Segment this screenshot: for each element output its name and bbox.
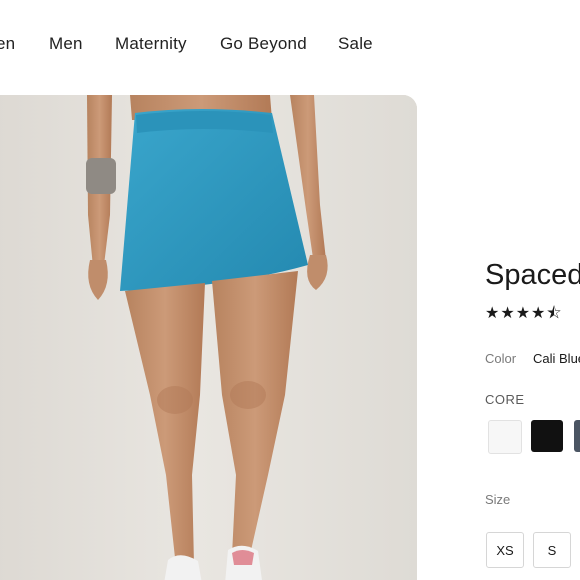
size-button-xs[interactable]: XS xyxy=(486,532,524,568)
swatch-white[interactable] xyxy=(488,420,522,454)
size-button-s[interactable]: S xyxy=(533,532,571,568)
swatch-black[interactable] xyxy=(531,420,563,452)
swatch-slate[interactable] xyxy=(574,420,580,452)
color-label: Color xyxy=(485,351,517,366)
nav-item-maternity[interactable]: Maternity xyxy=(115,34,187,54)
product-image[interactable] xyxy=(0,95,417,580)
nav-item-men[interactable]: Men xyxy=(49,34,83,54)
color-value: Cali Blue xyxy=(533,351,580,366)
collection-label: CORE xyxy=(485,392,525,407)
product-page: en Men Maternity Go Beyond Sale Spaced ★… xyxy=(0,0,580,580)
product-photo-illustration xyxy=(0,95,417,580)
size-label: Size xyxy=(485,492,511,507)
product-title: Spaced xyxy=(485,259,580,291)
rating-stars[interactable]: ★★★★⯪ xyxy=(485,302,563,329)
nav-item-women[interactable]: en xyxy=(0,34,15,54)
nav-item-sale[interactable]: Sale xyxy=(338,34,373,54)
nav-item-go-beyond[interactable]: Go Beyond xyxy=(220,34,307,54)
top-nav: en Men Maternity Go Beyond Sale xyxy=(0,0,580,90)
